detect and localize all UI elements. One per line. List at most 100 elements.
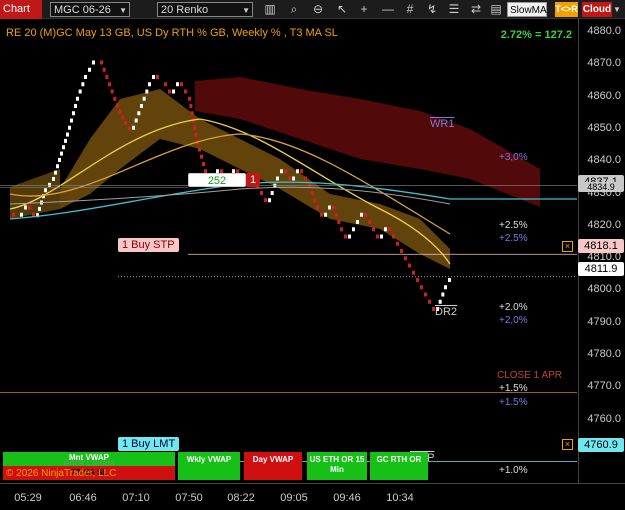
toggle-t-r-button[interactable]: T<>R <box>555 2 578 17</box>
price-tick-label: 4880.0 <box>587 25 621 37</box>
limit-price-badge: 4760.9 <box>578 438 624 452</box>
up-brick <box>145 89 149 94</box>
down-brick <box>198 147 201 152</box>
down-brick <box>337 220 341 224</box>
chevron-down-icon: ▼ <box>119 6 127 15</box>
down-brick <box>392 234 395 239</box>
down-brick <box>428 299 431 304</box>
down-brick <box>334 212 338 217</box>
time-tick-label: 10:34 <box>386 492 414 504</box>
properties-icon[interactable]: ☰ <box>446 2 462 17</box>
legend-us-eth-or[interactable]: US ETH OR 15 Min <box>307 452 367 480</box>
up-brick <box>84 75 87 79</box>
hash-icon[interactable]: # <box>402 2 418 17</box>
close-icon[interactable]: × <box>562 241 573 252</box>
up-brick <box>72 111 75 116</box>
time-tick-label: 07:10 <box>122 492 150 504</box>
up-brick <box>66 132 69 137</box>
down-brick <box>412 270 415 275</box>
hidden-price-badge: 4834.9 <box>578 182 624 192</box>
legend-weekly-vwap[interactable]: Wkly VWAP <box>178 452 240 480</box>
up-brick <box>176 82 179 87</box>
slowma-button[interactable]: SlowMA <box>507 2 547 17</box>
down-brick <box>164 82 167 87</box>
up-brick <box>68 125 71 130</box>
down-brick <box>110 89 114 94</box>
pct-label: +2.5% <box>499 233 528 244</box>
buy-limit-order[interactable]: 1 Buy LMT <box>118 437 180 451</box>
buy-stop-order[interactable]: 1 Buy STP <box>118 238 179 252</box>
down-brick <box>404 256 407 261</box>
up-brick <box>58 157 61 162</box>
time-axis[interactable]: 05:29 06:46 07:10 07:50 08:22 09:05 09:46 10:34 <box>0 483 625 510</box>
stop-price-badge: 4818.1 <box>578 239 624 253</box>
down-brick <box>102 67 106 72</box>
up-brick <box>380 234 383 239</box>
current-price-badge: 4811.9 <box>578 262 624 276</box>
chevron-down-icon[interactable]: ▼ <box>613 2 625 17</box>
time-tick-label: 07:50 <box>175 492 203 504</box>
down-brick <box>113 96 117 101</box>
pct-label: +1.0% <box>499 465 528 476</box>
down-brick <box>168 89 171 94</box>
up-brick <box>276 176 279 181</box>
percent-readout: 2.72% = 127.2 <box>500 29 572 41</box>
down-brick <box>332 205 335 210</box>
down-brick <box>376 234 379 239</box>
down-brick <box>105 75 109 79</box>
up-brick <box>44 188 47 193</box>
search-icon[interactable]: ⌕ <box>286 2 302 17</box>
legend-day-vwap[interactable]: Day VWAP <box>244 452 302 480</box>
position-count[interactable]: 1 <box>246 173 260 187</box>
pct-label: +1.5% <box>499 383 528 394</box>
price-tick-label: 4790.0 <box>587 315 621 328</box>
down-brick <box>12 212 15 217</box>
down-brick <box>190 111 194 116</box>
down-brick <box>388 227 391 232</box>
up-brick <box>38 206 41 211</box>
down-brick <box>368 220 371 224</box>
position-quantity[interactable]: 252 <box>188 173 246 187</box>
up-brick <box>280 169 283 174</box>
time-tick-label: 05:29 <box>14 492 42 504</box>
time-tick-label: 06:46 <box>69 492 97 504</box>
dr2-label: DR2 <box>435 306 458 318</box>
crosshair-icon[interactable]: + <box>356 2 372 17</box>
cursor-icon[interactable]: ↖ <box>334 2 350 17</box>
up-brick <box>137 111 141 116</box>
up-brick <box>324 212 327 217</box>
down-brick <box>372 227 375 232</box>
pct-label: +2,0% <box>499 315 528 326</box>
down-brick <box>128 126 131 131</box>
up-brick <box>60 151 63 156</box>
price-tick-label: 4820.0 <box>587 218 621 231</box>
down-brick <box>184 89 187 94</box>
bar-chart-icon[interactable]: ▥ <box>262 2 278 17</box>
instrument-label: MGC 06-26 <box>54 4 111 16</box>
up-brick <box>62 145 65 150</box>
pct-label: +2.5% <box>499 220 528 231</box>
close-icon[interactable]: × <box>562 439 573 450</box>
chart-tab[interactable]: Chart <box>0 0 42 19</box>
down-brick <box>193 125 197 130</box>
up-brick <box>292 176 295 181</box>
up-brick <box>270 191 274 195</box>
up-brick <box>140 104 143 108</box>
price-tick-label: 4770.0 <box>587 380 621 393</box>
up-brick <box>56 164 59 169</box>
zoom-icon[interactable]: ⊖ <box>310 2 326 17</box>
wr1-label: WR1 <box>430 118 455 130</box>
cloud-button[interactable]: Cloud <box>582 2 612 17</box>
up-brick <box>441 292 445 297</box>
instrument-selector[interactable]: MGC 06-26 ▼ <box>50 2 130 17</box>
down-brick <box>121 115 125 120</box>
legend-gc-rth-or[interactable]: GC RTH OR <box>370 452 428 480</box>
indicator-icon[interactable]: ↯ <box>424 2 440 17</box>
strategy-icon[interactable]: ⇄ <box>468 2 484 17</box>
down-brick <box>260 191 263 195</box>
down-brick <box>310 191 314 195</box>
interval-selector[interactable]: 20 Renko ▼ <box>157 2 253 17</box>
up-brick <box>78 89 82 94</box>
line-draw-icon[interactable]: ― <box>380 2 396 17</box>
chart-style-icon[interactable]: ▤ <box>488 2 504 17</box>
